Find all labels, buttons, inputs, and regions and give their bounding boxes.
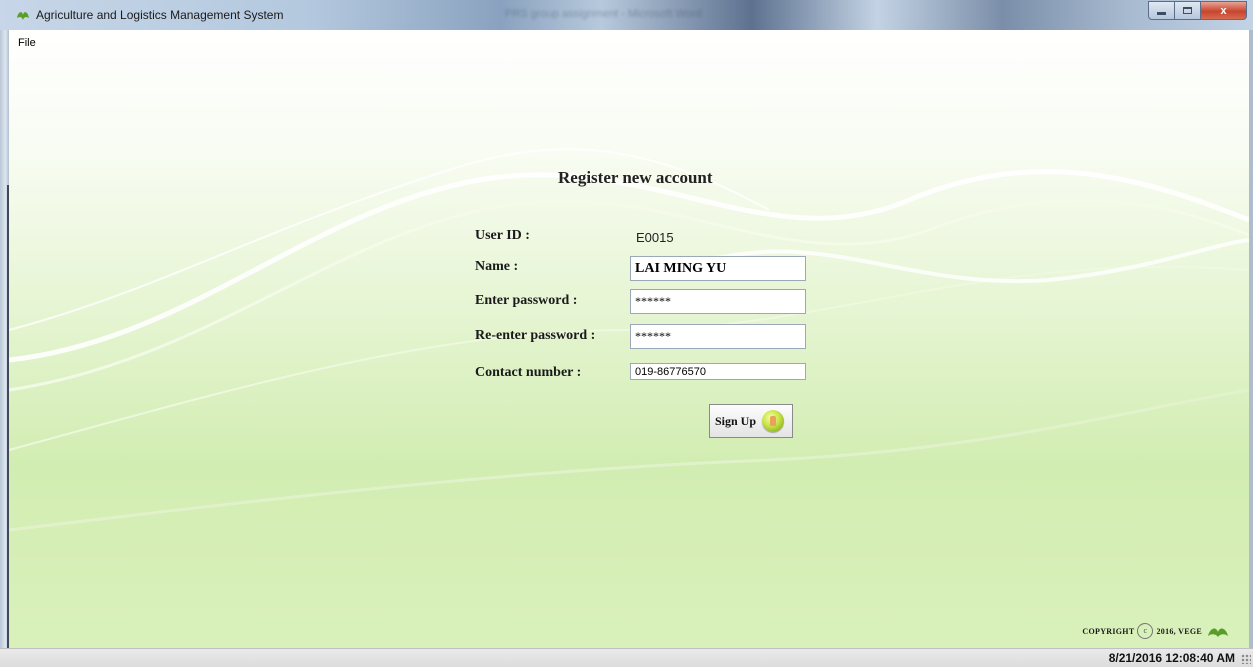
window-controls: x [1148,1,1247,20]
sign-up-button[interactable]: Sign Up [709,404,793,438]
upload-orb-icon [762,410,785,432]
reenter-password-label: Re-enter password : [475,328,596,343]
minimize-button[interactable] [1148,1,1175,20]
background-window-title: PRS group assignment - Microsoft Word [505,8,702,20]
copyright-icon: c [1137,623,1154,639]
resize-grip-icon[interactable] [1241,654,1251,664]
title-bar[interactable]: Agriculture and Logistics Management Sys… [0,0,1253,31]
copyright-text: COPYRIGHT [1082,626,1135,636]
reenter-password-field[interactable] [630,324,806,349]
client-area: File Register new account User ID : E001… [9,30,1249,648]
copyright-year: 2016, VEGE [1156,626,1202,636]
menu-file[interactable]: File [18,37,36,49]
password-label: Enter password : [475,293,578,308]
form-title: Register new account [558,168,713,187]
close-button[interactable]: x [1201,1,1247,20]
copyright-notice: COPYRIGHT c 2016, VEGE [1082,623,1229,639]
sign-up-label: Sign Up [715,413,757,428]
window-title: Agriculture and Logistics Management Sys… [36,8,284,22]
maximize-icon [1183,7,1192,14]
menu-bar: File [9,30,1249,52]
leaf-icon [17,12,29,20]
leaf-logo-icon [1208,628,1228,637]
minimize-icon [1157,12,1166,15]
background-waves [9,148,1249,532]
contact-number-field[interactable] [630,363,806,380]
maximize-button[interactable] [1175,1,1201,20]
name-label: Name : [475,259,519,274]
user-id-label: User ID : [475,228,530,243]
contact-label: Contact number : [475,365,582,380]
password-field[interactable] [630,289,806,314]
user-id-value: E0015 [636,230,674,245]
name-field[interactable] [630,256,806,281]
right-frame [1249,30,1253,650]
status-datetime: 8/21/2016 12:08:40 AM [1108,651,1235,665]
close-icon: x [1220,4,1227,17]
left-frame [0,30,10,650]
status-bar: 8/21/2016 12:08:40 AM [0,648,1253,667]
